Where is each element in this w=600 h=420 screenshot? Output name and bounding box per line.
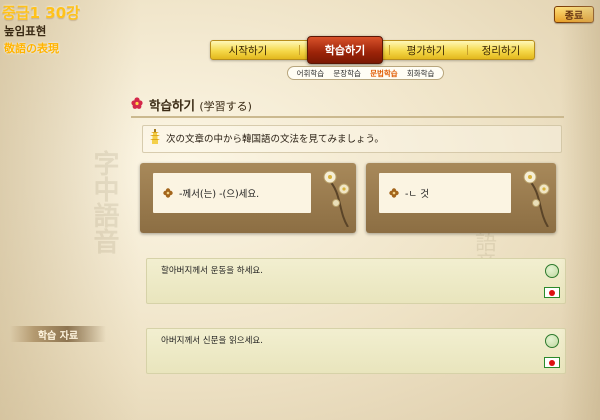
tab-divider [299,45,300,55]
tab-summary[interactable]: 정리하기 [469,41,533,59]
grammar-card-body: -께서(는) -(으)세요. [153,173,311,213]
example-sentence: 아버지께서 신문을 읽으세요. [161,336,263,346]
example-sentence: 할아버지께서 운동을 하세요. [161,266,263,276]
tab-start[interactable]: 시작하기 [213,41,283,59]
japan-flag-icon[interactable] [544,357,560,368]
lesson-subtitle-korean: 높임표현 [4,24,47,38]
subtab-conversation[interactable]: 회화학습 [407,68,435,79]
lesson-subtitle-japanese: 敬語の表現 [4,42,59,55]
grammar-card-label: -께서(는) -(으)세요. [179,189,260,200]
subtab-vocabulary[interactable]: 어휘학습 [297,68,325,79]
lesson-screen: 字中語音 語音 중급1 30강 높임표현 敬語の表現 종료 시작하기 평가하기 … [0,0,600,420]
instruction-text: 次の文章の中から韓国語の文法を見てみましょう。 [166,134,384,145]
study-materials-button[interactable]: 학습 자료 [10,326,106,342]
sub-tab-bar: 어휘학습 문장학습 문법학습 회화학습 [287,66,444,80]
lesson-title: 중급1 30강 [2,4,80,22]
flower-icon [131,97,143,109]
subtab-sentence[interactable]: 문장학습 [333,68,361,79]
grammar-card-body: -ㄴ 것 [379,173,511,213]
plum-blossom-decoration [323,170,350,227]
tab-evaluate[interactable]: 평가하기 [391,41,461,59]
listen-icon[interactable] [545,264,559,278]
section-divider [131,116,564,118]
tab-divider [389,45,390,55]
tab-divider [467,45,468,55]
section-title-korean: 학습하기 [149,98,196,113]
plum-blossom-decoration [523,170,550,227]
subtab-grammar[interactable]: 문법학습 [370,68,398,79]
pagoda-icon [150,129,160,144]
flower-icon [389,188,399,198]
example-sentence-panel: 아버지께서 신문을 읽으세요. [146,328,566,374]
section-title: 학습하기 (学習する) [149,95,252,114]
tab-study[interactable]: 학습하기 [307,36,383,64]
flower-icon [163,188,173,198]
japan-flag-icon[interactable] [544,287,560,298]
background-calligraphy: 字中語音 [89,150,119,254]
section-title-japanese: (学習する) [199,100,252,113]
grammar-card[interactable]: -께서(는) -(으)세요. [140,163,356,233]
grammar-card-label: -ㄴ 것 [405,189,429,200]
end-button[interactable]: 종료 [554,6,594,23]
listen-icon[interactable] [545,334,559,348]
grammar-card[interactable]: -ㄴ 것 [366,163,556,233]
example-sentence-panel: 할아버지께서 운동을 하세요. [146,258,566,304]
